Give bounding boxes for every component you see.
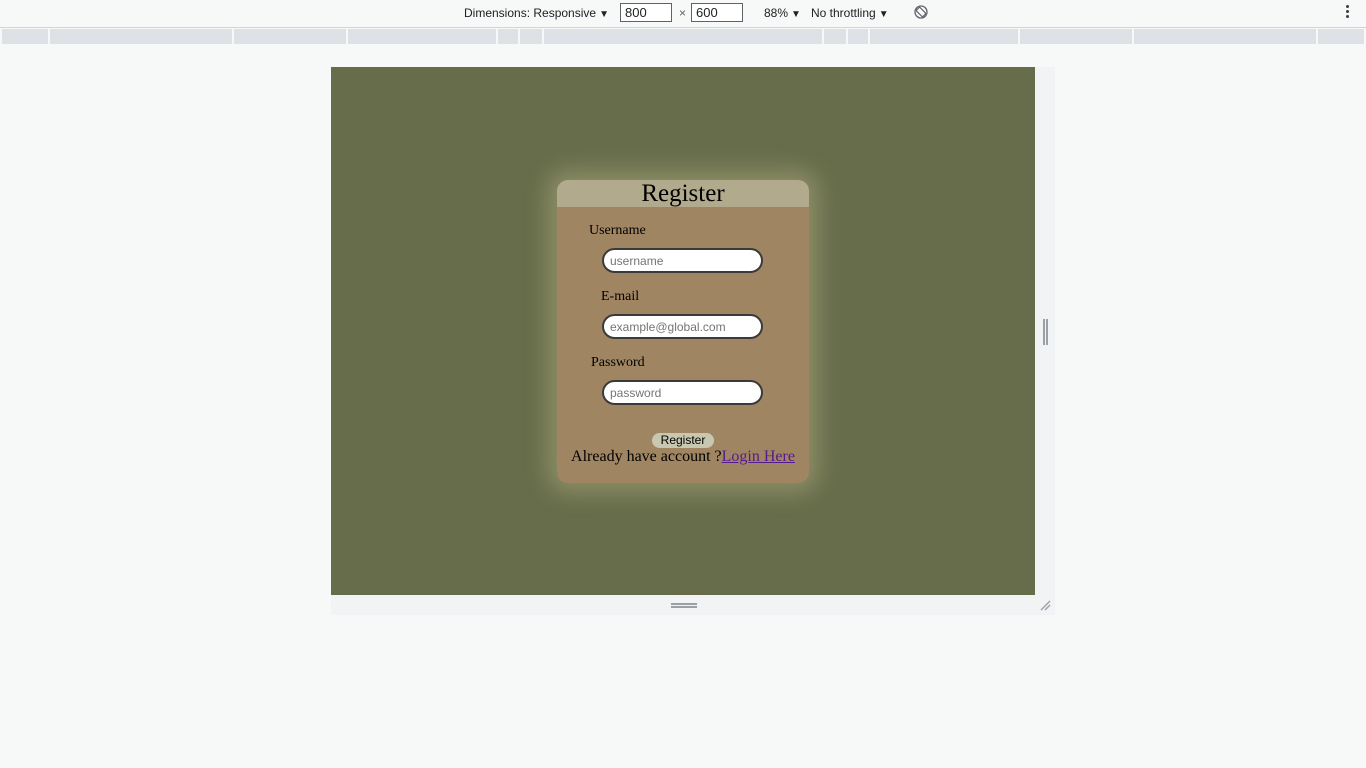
zoom-label: 88% <box>764 6 789 20</box>
media-query-segment[interactable] <box>1020 29 1132 44</box>
password-input[interactable] <box>602 380 763 405</box>
throttling-dropdown[interactable]: No throttling ▼ <box>811 6 889 20</box>
more-options-icon[interactable] <box>1344 5 1350 21</box>
resize-corner-icon[interactable] <box>1039 599 1051 611</box>
media-query-bar <box>2 29 1364 44</box>
media-query-segment[interactable] <box>234 29 346 44</box>
rotate-icon[interactable] <box>914 5 928 19</box>
media-query-segment[interactable] <box>1134 29 1316 44</box>
resize-handle-right[interactable] <box>1043 319 1048 345</box>
dimensions-dropdown[interactable]: Dimensions: Responsive ▼ <box>464 6 609 20</box>
height-input[interactable] <box>691 3 743 22</box>
login-prompt-line: Already have account ?Login Here <box>557 448 809 466</box>
width-input[interactable] <box>620 3 672 22</box>
media-query-segment[interactable] <box>498 29 518 44</box>
media-query-segment[interactable] <box>848 29 868 44</box>
register-card: Register Username E-mail Password Regist… <box>557 180 809 483</box>
chevron-down-icon: ▼ <box>599 9 609 20</box>
media-query-segment[interactable] <box>824 29 846 44</box>
devtools-device-toolbar: Dimensions: Responsive▼ × 88%▼ No thrott… <box>0 0 1366 28</box>
media-query-segment[interactable] <box>348 29 496 44</box>
times-symbol: × <box>679 6 687 20</box>
throttling-label: No throttling <box>811 6 876 20</box>
device-frame: Register Username E-mail Password Regist… <box>331 67 1055 615</box>
media-query-segment[interactable] <box>2 29 48 44</box>
login-here-link[interactable]: Login Here <box>722 448 795 465</box>
password-label: Password <box>591 355 645 370</box>
username-input[interactable] <box>602 248 763 273</box>
resize-handle-bottom[interactable] <box>671 603 697 608</box>
register-button[interactable]: Register <box>652 433 714 448</box>
media-query-segment[interactable] <box>50 29 232 44</box>
email-label: E-mail <box>601 289 640 304</box>
zoom-dropdown[interactable]: 88% ▼ <box>764 6 801 20</box>
email-input[interactable] <box>602 314 763 339</box>
media-query-segment[interactable] <box>544 29 822 44</box>
register-title: Register <box>557 180 809 207</box>
login-prompt-text: Already have account ? <box>571 448 722 465</box>
media-query-segment[interactable] <box>870 29 1018 44</box>
chevron-down-icon: ▼ <box>878 9 889 20</box>
media-query-segment[interactable] <box>520 29 542 44</box>
page-viewport: Register Username E-mail Password Regist… <box>331 67 1035 595</box>
username-label: Username <box>589 223 646 238</box>
chevron-down-icon: ▼ <box>791 9 801 20</box>
dimensions-label: Dimensions: Responsive <box>464 6 597 20</box>
media-query-segment[interactable] <box>1318 29 1364 44</box>
